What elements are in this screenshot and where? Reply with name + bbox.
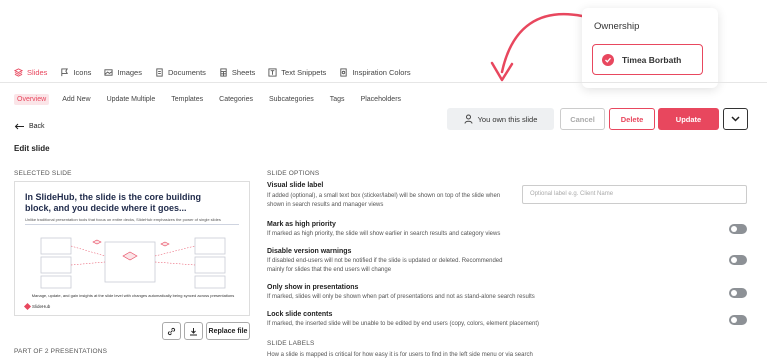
logo-icon (23, 302, 32, 311)
subtab-tags[interactable]: Tags (327, 94, 348, 105)
arrow-left-icon (14, 123, 24, 130)
ownership-status: You own this slide (447, 108, 554, 130)
lock-contents-toggle[interactable] (729, 315, 747, 325)
option-lock-contents-desc: If marked, the inserted slide will be un… (267, 321, 540, 327)
layers-icon (14, 67, 23, 77)
page-title: Edit slide (14, 144, 50, 153)
back-label: Back (29, 123, 45, 130)
version-warnings-toggle[interactable] (729, 255, 747, 265)
tab-documents[interactable]: Documents (155, 66, 206, 78)
link-icon (167, 327, 176, 335)
tab-inspiration-colors[interactable]: Inspiration Colors (339, 66, 411, 78)
download-icon (190, 327, 197, 335)
option-version-warnings-desc: If disabled end-users will not be notifi… (267, 258, 503, 273)
only-presentations-toggle[interactable] (729, 288, 747, 298)
option-only-presentations-desc: If marked, slides will only be shown whe… (267, 294, 535, 300)
palette-icon (340, 67, 347, 77)
image-icon (104, 68, 113, 76)
tab-divider (0, 82, 767, 83)
update-button[interactable]: Update (658, 108, 719, 130)
tab-label: Slides (27, 67, 48, 77)
main-tabs: Slides Icons Images Documents Sheets Tex… (14, 66, 424, 78)
documents-icon (156, 67, 163, 77)
pointer-arrow (490, 12, 584, 82)
preview-divider (25, 224, 239, 225)
tab-slides[interactable]: Slides (14, 66, 47, 78)
slide-labels-desc: How a slide is mapped is critical for ho… (267, 352, 533, 358)
tab-text-snippets[interactable]: Text Snippets (268, 66, 326, 78)
subtab-subcategories[interactable]: Subcategories (266, 94, 317, 105)
tab-label: Text Snippets (281, 67, 327, 77)
owner-pill[interactable]: Timea Borbath (592, 44, 703, 75)
subtab-update-multiple[interactable]: Update Multiple (104, 94, 159, 105)
option-high-priority-title: Mark as high priority (267, 221, 336, 228)
delete-button[interactable]: Delete (609, 108, 655, 130)
slide-options-heading: SLIDE OPTIONS (267, 170, 320, 177)
slide-preview[interactable]: In SlideHub, the slide is the core build… (14, 181, 250, 316)
tab-label: Documents (167, 67, 206, 77)
subtab-templates[interactable]: Templates (168, 94, 206, 105)
text-icon (268, 67, 277, 77)
subtab-overview[interactable]: Overview (14, 94, 50, 105)
ownership-title: Ownership (594, 21, 640, 32)
user-icon (464, 114, 473, 124)
subtab-placeholders[interactable]: Placeholders (358, 94, 404, 105)
option-visual-label-title: Visual slide label (267, 182, 324, 189)
replace-file-button[interactable]: Replace file (206, 322, 250, 340)
tab-sheets[interactable]: Sheets (219, 66, 255, 78)
tab-images[interactable]: Images (104, 66, 142, 78)
subtab-categories[interactable]: Categories (216, 94, 256, 105)
preview-logo: SlideHub (23, 302, 51, 311)
flag-icon (61, 67, 69, 76)
download-button[interactable] (184, 322, 203, 340)
owner-name: Timea Borbath (622, 54, 682, 65)
tab-label: Inspiration Colors (352, 67, 411, 77)
preview-illustration (40, 237, 226, 289)
part-of-presentations: PART OF 2 PRESENTATIONS (14, 348, 108, 355)
more-options-button[interactable] (723, 108, 748, 130)
option-lock-contents-title: Lock slide contents (267, 311, 333, 318)
option-version-warnings-title: Disable version warnings (267, 248, 352, 255)
ownership-status-label: You own this slide (477, 114, 538, 124)
preview-footer: Manage, update, and gain insights at the… (31, 293, 235, 298)
tab-label: Sheets (231, 67, 256, 77)
chevron-down-icon (731, 116, 740, 122)
subtab-add-new[interactable]: Add New (59, 94, 93, 105)
visual-label-input[interactable]: Optional label e.g. Client Name (522, 185, 747, 204)
high-priority-toggle[interactable] (729, 224, 747, 234)
back-link[interactable]: Back (14, 123, 45, 130)
option-high-priority-desc: If marked as high priority, the slide wi… (267, 231, 501, 237)
sheet-icon (220, 67, 227, 77)
ownership-card: Ownership Timea Borbath (582, 8, 718, 88)
tab-icons[interactable]: Icons (60, 66, 91, 78)
slide-labels-heading: SLIDE LABELS (267, 340, 315, 347)
option-only-presentations-title: Only show in presentations (267, 284, 359, 291)
preview-headline: In SlideHub, the slide is the core build… (25, 192, 202, 213)
cancel-button[interactable]: Cancel (560, 108, 605, 130)
tab-label: Images (117, 67, 142, 77)
link-button[interactable] (162, 322, 181, 340)
preview-logo-text: SlideHub (32, 304, 51, 309)
check-icon (602, 53, 614, 66)
tab-label: Icons (73, 67, 92, 77)
option-visual-label-desc: If added (optional), a small text box (s… (267, 193, 501, 208)
selected-slide-heading: SELECTED SLIDE (14, 170, 72, 177)
sub-tabs: Overview Add New Update Multiple Templat… (14, 94, 414, 105)
preview-subtitle: Unlike traditional presentation tools th… (25, 217, 221, 222)
